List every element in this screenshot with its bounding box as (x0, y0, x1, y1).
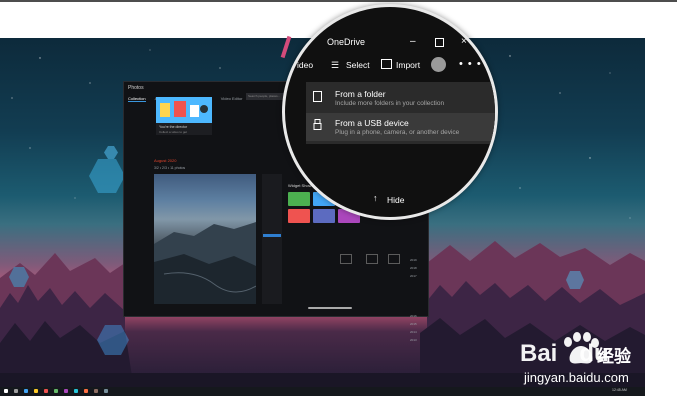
taskbar-app-icon[interactable] (94, 389, 98, 393)
usb-icon (313, 119, 322, 130)
tab-collection[interactable]: Collection (128, 96, 146, 102)
baidu-brand-part: Bai (520, 340, 558, 367)
tab-video-editor[interactable]: Video Editor (221, 96, 243, 102)
devices-card-title: You're the director (159, 125, 188, 129)
ruler-year: 2018 (410, 266, 417, 270)
date-subheading: 3/2 • 2/3 • 11 photos (154, 166, 186, 170)
search-icon[interactable] (14, 389, 18, 393)
avatar[interactable] (431, 57, 446, 72)
taskbar-app-icon[interactable] (24, 389, 28, 393)
close-icon[interactable]: × (461, 36, 467, 47)
taskbar-clock[interactable]: 12:45 AM (612, 388, 627, 392)
ruler-year: 2013 (410, 338, 417, 342)
hexagon-right-icon (566, 271, 584, 289)
hide-button[interactable]: Hide (387, 195, 404, 205)
hexagon-glow-icon (89, 159, 125, 193)
start-icon[interactable] (4, 389, 8, 393)
ruler-year: 2017 (410, 274, 417, 278)
folder-icon[interactable] (34, 389, 38, 393)
taskbar-app-icon[interactable] (74, 389, 78, 393)
sidebar-blue-button[interactable] (263, 234, 281, 237)
devices-card[interactable]: You're the director Collect a video to g… (156, 97, 212, 135)
folder-import-icon (313, 91, 322, 102)
photos-title: Photos (128, 85, 144, 91)
grid-tool-icon[interactable] (388, 254, 400, 264)
select-button[interactable]: Select (346, 60, 370, 70)
ruler-year: 2019 (410, 258, 417, 262)
ruler-year: 2014 (410, 330, 417, 334)
menu-item-subtitle: Include more folders in your collection (335, 100, 445, 107)
taskbar-app-icon[interactable] (104, 389, 108, 393)
scroll-handle[interactable] (308, 307, 352, 309)
baidu-jingyan: 经验 (597, 347, 631, 366)
timeline-ruler[interactable]: 2019 2018 2017 2016 2015 2014 2013 (410, 258, 422, 358)
ruler-year: 2016 (410, 314, 417, 318)
arrow-up-icon: ↑ (373, 193, 378, 203)
top-border (0, 0, 677, 2)
select-icon: ☰ (331, 60, 340, 70)
layout-tool-icon[interactable] (340, 254, 352, 264)
grid-tool-icon[interactable] (366, 254, 378, 264)
menu-item-title: From a USB device (335, 118, 409, 128)
minimize-icon[interactable]: – (410, 36, 416, 47)
magnifier-callout: OneDrive – × ideo ☰ Select Import • • • … (282, 4, 498, 220)
info-sidebar (262, 174, 282, 304)
more-options-button[interactable]: • • • (459, 58, 482, 70)
maximize-icon[interactable] (435, 38, 444, 47)
devices-illustration (156, 97, 212, 123)
hexagon-bottom-icon (97, 325, 129, 355)
date-heading: August 2020 (154, 158, 177, 163)
hexagon-left-icon (9, 267, 29, 287)
taskbar-app-icon[interactable] (64, 389, 68, 393)
taskbar-app-icon[interactable] (84, 389, 88, 393)
menu-item-title: From a folder (335, 89, 386, 99)
photo-thumbnail[interactable] (154, 174, 256, 304)
import-icon (381, 59, 392, 69)
hexagon-small-icon (104, 146, 118, 159)
taskbar-app-icon[interactable] (54, 389, 58, 393)
video-button[interactable]: ideo (297, 60, 313, 70)
ruler-year: 2015 (410, 322, 417, 326)
baidu-brand: Bai du (520, 340, 609, 368)
taskbar-app-icon[interactable] (44, 389, 48, 393)
onedrive-title: OneDrive (327, 37, 366, 47)
menu-item-subtitle: Plug in a phone, camera, or another devi… (335, 129, 460, 136)
baidu-url: jingyan.baidu.com (524, 370, 629, 385)
devices-card-subtitle: Collect a video to get (159, 130, 188, 134)
import-button[interactable]: Import (396, 60, 420, 70)
